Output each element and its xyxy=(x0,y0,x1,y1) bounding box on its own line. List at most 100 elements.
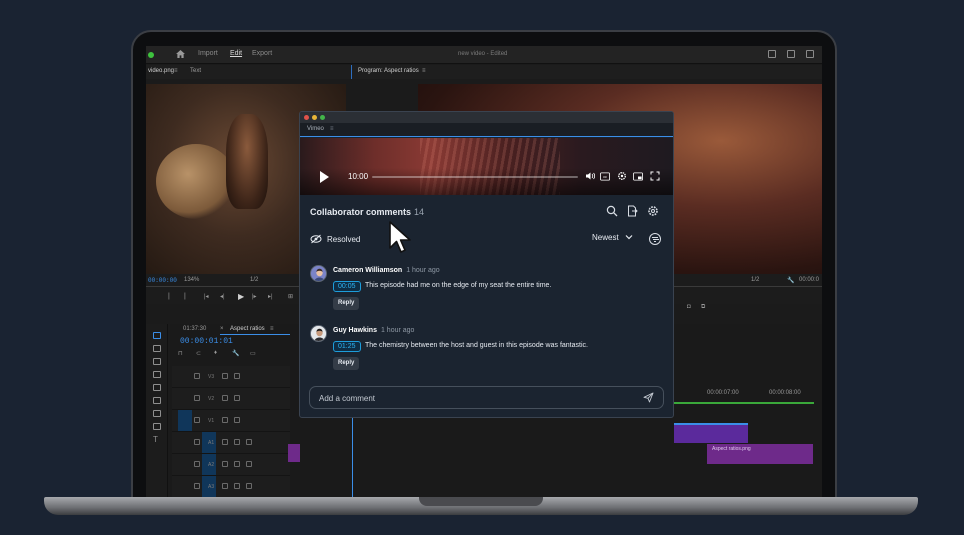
wrench-icon[interactable]: 🔧 xyxy=(787,277,794,284)
filter-icon[interactable] xyxy=(649,233,661,245)
add-comment-input[interactable] xyxy=(319,392,619,404)
fullscreen-icon[interactable] xyxy=(650,171,660,181)
resolved-toggle[interactable]: Resolved xyxy=(310,231,360,247)
mic-icon[interactable] xyxy=(246,439,252,445)
nav-import[interactable]: Import xyxy=(198,50,218,57)
text-tab[interactable]: Text xyxy=(190,68,201,74)
eye-icon[interactable] xyxy=(234,395,240,401)
export-frame-icon[interactable]: ⧉ xyxy=(701,304,705,311)
send-icon[interactable] xyxy=(643,392,654,403)
sync-icon[interactable] xyxy=(222,373,228,379)
sync-icon[interactable] xyxy=(222,395,228,401)
pip-icon[interactable] xyxy=(633,171,643,181)
avatar[interactable] xyxy=(310,325,327,342)
vimeo-tab[interactable]: Vimeo xyxy=(307,126,324,132)
slip-tool-icon[interactable] xyxy=(153,384,161,391)
video-clip[interactable] xyxy=(674,423,748,443)
player-progress-bar[interactable] xyxy=(372,176,578,178)
author-name[interactable]: Cameron Williamson xyxy=(333,267,402,274)
vimeo-video-player[interactable]: 10:00 cc xyxy=(300,138,673,195)
sync-icon[interactable] xyxy=(222,417,228,423)
share-icon[interactable] xyxy=(787,50,795,58)
pen-tool-icon[interactable] xyxy=(153,397,161,404)
rectangle-tool-icon[interactable] xyxy=(153,410,161,417)
source-tab-menu-icon[interactable]: ≡ xyxy=(174,68,178,74)
reply-button[interactable]: Reply xyxy=(333,357,360,370)
author-name[interactable]: Guy Hawkins xyxy=(333,327,377,334)
program-scrub-bar[interactable] xyxy=(673,286,822,287)
lock-icon[interactable] xyxy=(194,395,200,401)
lock-icon[interactable] xyxy=(194,439,200,445)
step-forward-icon[interactable]: ▸| xyxy=(268,293,273,300)
add-marker-icon[interactable]: ♦ xyxy=(214,350,217,356)
timeline-settings-icon[interactable]: 🔧 xyxy=(232,350,239,357)
nav-edit[interactable]: Edit xyxy=(230,50,242,57)
cc-icon[interactable]: cc xyxy=(600,171,610,181)
solo-icon[interactable] xyxy=(234,439,240,445)
workspace-icon[interactable] xyxy=(768,50,776,58)
zoom-window-button[interactable] xyxy=(320,115,325,120)
step-back-icon[interactable]: |◂ xyxy=(204,293,209,300)
source-timecode[interactable]: 00:00:00 xyxy=(148,277,177,284)
frame-back-icon[interactable]: ◂| xyxy=(220,293,225,300)
sort-dropdown[interactable]: Newest xyxy=(592,233,633,242)
lock-icon[interactable] xyxy=(194,461,200,467)
aspect-ratios-clip[interactable]: Aspect ratios.png xyxy=(707,444,813,464)
mute-icon[interactable] xyxy=(222,483,228,489)
solo-icon[interactable] xyxy=(234,461,240,467)
source-resolution[interactable]: 1/2 xyxy=(250,277,258,283)
mic-icon[interactable] xyxy=(246,461,252,467)
program-tab[interactable]: Program: Aspect ratios xyxy=(358,68,419,74)
source-play-icon[interactable]: ▶ xyxy=(238,292,244,301)
program-timecode[interactable]: 00:00:0 xyxy=(799,277,819,283)
mute-icon[interactable] xyxy=(222,439,228,445)
selection-tool-icon[interactable] xyxy=(153,332,161,339)
home-icon[interactable] xyxy=(176,50,185,58)
type-tool-icon[interactable]: T xyxy=(153,436,161,444)
export-comments-icon[interactable] xyxy=(626,205,638,217)
sequence-timecode[interactable]: 00:00:01:01 xyxy=(180,337,233,346)
gear-icon[interactable] xyxy=(647,205,659,217)
sequence-tab-close-icon[interactable]: × xyxy=(220,326,224,332)
lock-icon[interactable] xyxy=(194,417,200,423)
program-resolution[interactable]: 1/2 xyxy=(751,277,759,283)
avatar[interactable] xyxy=(310,265,327,282)
eye-icon[interactable] xyxy=(234,417,240,423)
insert-icon[interactable]: ⊞ xyxy=(288,293,293,300)
volume-icon[interactable] xyxy=(585,171,595,181)
fullscreen-icon[interactable] xyxy=(806,50,814,58)
mark-out-icon[interactable]: | xyxy=(184,293,186,300)
linked-selection-icon[interactable]: ⊂ xyxy=(196,350,201,357)
lock-icon[interactable] xyxy=(194,373,200,379)
vimeo-tab-menu-icon[interactable]: ≡ xyxy=(330,126,334,132)
snap-icon[interactable]: ⊓ xyxy=(178,350,183,357)
nav-export[interactable]: Export xyxy=(252,50,272,57)
mic-icon[interactable] xyxy=(246,483,252,489)
lock-icon[interactable] xyxy=(194,483,200,489)
razor-tool-icon[interactable] xyxy=(153,371,161,378)
source-tab[interactable]: video.png xyxy=(148,68,174,74)
mark-in-icon[interactable]: | xyxy=(168,293,170,300)
zoom-level[interactable]: 134% xyxy=(184,277,199,283)
sequence-tab[interactable]: Aspect ratios xyxy=(230,326,265,332)
ripple-edit-tool-icon[interactable] xyxy=(153,358,161,365)
captions-icon[interactable]: ▭ xyxy=(250,350,256,357)
hand-tool-icon[interactable] xyxy=(153,423,161,430)
reply-button[interactable]: Reply xyxy=(333,297,360,310)
minimize-window-button[interactable] xyxy=(312,115,317,120)
frame-forward-icon[interactable]: |▸ xyxy=(252,293,257,300)
video-clip-small[interactable] xyxy=(288,444,300,462)
eye-icon[interactable] xyxy=(234,373,240,379)
camera-icon[interactable]: ◘ xyxy=(687,304,691,310)
search-icon[interactable] xyxy=(606,205,618,217)
track-select-tool-icon[interactable] xyxy=(153,345,161,352)
comment-timestamp[interactable]: 00:05 xyxy=(333,281,361,292)
program-tab-menu-icon[interactable]: ≡ xyxy=(422,68,426,74)
sequence-tab-menu-icon[interactable]: ≡ xyxy=(270,326,274,332)
play-icon[interactable] xyxy=(320,171,329,183)
mute-icon[interactable] xyxy=(222,461,228,467)
comment-timestamp[interactable]: 01:25 xyxy=(333,341,361,352)
solo-icon[interactable] xyxy=(234,483,240,489)
work-area-bar[interactable] xyxy=(674,402,814,404)
settings-icon[interactable] xyxy=(617,171,627,181)
